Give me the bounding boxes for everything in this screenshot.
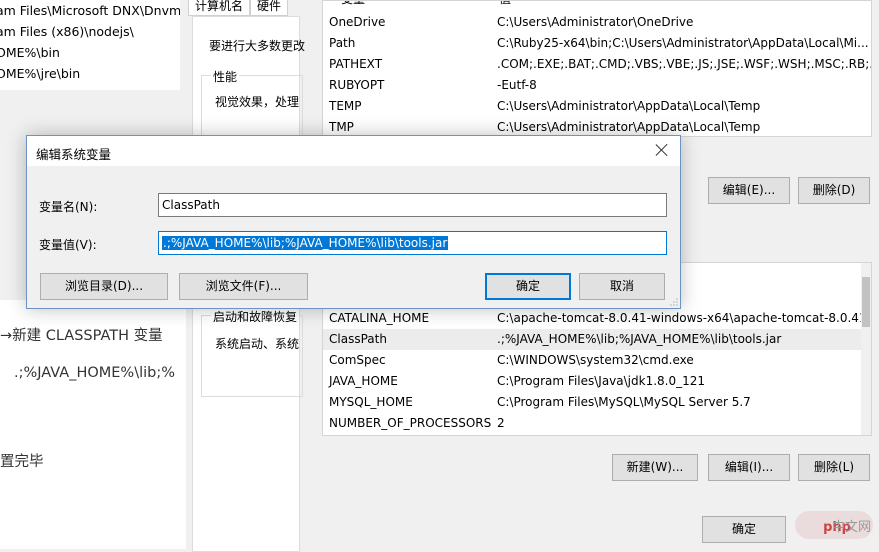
table-row[interactable]: TMP C:\Users\Administrator\AppData\Local…: [323, 117, 871, 136]
startup-group: [201, 315, 303, 397]
variable-value: C:\WINDOWS\system32\cmd.exe: [497, 353, 694, 367]
variable-value-label: 变量值(V):: [39, 238, 97, 252]
startup-description: 系统启动、系统: [215, 337, 300, 351]
variable-name: TMP: [329, 120, 354, 134]
scrollbar-thumb[interactable]: [862, 277, 870, 327]
article-done-text: 置完毕: [0, 454, 44, 470]
variable-value: C:\Ruby25-x64\bin;C:\Users\Administrator…: [497, 36, 869, 50]
table-row[interactable]: MYSQL_HOME C:\Program Files\MySQL\MySQL …: [323, 392, 871, 413]
variable-name: MYSQL_HOME: [329, 395, 413, 409]
variable-value: C:\apache-tomcat-8.0.41-windows-x64\apac…: [497, 311, 867, 325]
browse-directory-button[interactable]: 浏览目录(D)...: [40, 273, 168, 300]
list-item[interactable]: am Files\Microsoft DNX\Dnvm\: [0, 0, 180, 21]
watermark-suffix: 中文网: [831, 520, 871, 535]
variable-value: -Eutf-8: [497, 78, 537, 92]
vertical-scrollbar[interactable]: [861, 263, 871, 435]
variable-name-field[interactable]: ClassPath: [158, 193, 667, 217]
admin-note: 要进行大多数更改: [209, 39, 306, 53]
variable-name: TEMP: [329, 99, 362, 113]
table-row[interactable]: PATHEXT .COM;.EXE;.BAT;.CMD;.VBS;.VBE;.J…: [323, 54, 871, 75]
table-row[interactable]: JAVA_HOME C:\Program Files\Java\jdk1.8.0…: [323, 371, 871, 392]
variable-name: CATALINA_HOME: [329, 311, 430, 325]
variable-name: JAVA_HOME: [329, 374, 398, 388]
variable-value: C:\Program Files\MySQL\MySQL Server 5.7: [497, 395, 751, 409]
table-row-selected[interactable]: ClassPath .;%JAVA_HOME%\lib;%JAVA_HOME%\…: [323, 329, 871, 350]
article-fragment: →新建 CLASSPATH 变量 .;%JAVA_HOME%\lib;% 置完毕: [0, 300, 186, 549]
variable-value: C:\Program Files\Java\jdk1.8.0_121: [497, 374, 706, 388]
cancel-button[interactable]: 取消: [579, 273, 665, 300]
list-item[interactable]: OME%\jre\bin: [0, 63, 180, 84]
tab-hardware[interactable]: 硬件: [250, 0, 289, 16]
variable-value: C:\Users\Administrator\AppData\Local\Tem…: [497, 99, 761, 113]
dialog-title: 编辑系统变量: [36, 147, 112, 162]
variable-name: ComSpec: [329, 353, 386, 367]
edit-system-variable-dialog: 编辑系统变量 变量名(N): ClassPath 变量值(V): .;%JAVA…: [26, 135, 681, 309]
variable-value: .;%JAVA_HOME%\lib;%JAVA_HOME%\lib\tools.…: [497, 332, 782, 346]
ok-button[interactable]: 确定: [485, 273, 571, 300]
tab-computer-name[interactable]: 计算机名: [188, 0, 251, 16]
variable-name: PATHEXT: [329, 57, 383, 71]
list-item[interactable]: OME%\bin: [0, 42, 180, 63]
variable-value: 2: [497, 416, 505, 430]
selected-text: .;%JAVA_HOME%\lib;%JAVA_HOME%\lib\tools.…: [162, 236, 449, 250]
env-ok-button[interactable]: 确定: [702, 516, 786, 543]
article-classpath-text: .;%JAVA_HOME%\lib;%: [14, 365, 176, 381]
column-header-value[interactable]: 值: [499, 1, 511, 10]
article-step-text: →新建 CLASSPATH 变量: [0, 328, 163, 344]
table-row[interactable]: Path C:\Ruby25-x64\bin;C:\Users\Administ…: [323, 33, 871, 54]
delete-user-variable-button[interactable]: 删除(D): [798, 177, 870, 204]
new-system-variable-button[interactable]: 新建(W)...: [612, 454, 698, 481]
path-list-fragment: am Files\Microsoft DNX\Dnvm\ am Files (x…: [0, 0, 181, 90]
performance-description: 视觉效果，处理: [215, 95, 300, 109]
variable-value: .COM;.EXE;.BAT;.CMD;.VBS;.VBE;.JS;.JSE;.…: [497, 57, 872, 71]
variable-value: C:\Users\Administrator\AppData\Local\Tem…: [497, 120, 761, 134]
delete-system-variable-button[interactable]: 删除(L): [798, 454, 870, 481]
variable-name: RUBYOPT: [329, 78, 385, 92]
variable-name: ClassPath: [329, 332, 387, 346]
browse-file-button[interactable]: 浏览文件(F)...: [179, 273, 308, 300]
dialog-titlebar[interactable]: 编辑系统变量: [27, 136, 680, 166]
list-item[interactable]: am Files (x86)\nodejs\: [0, 21, 180, 42]
list-header: 变量 值: [323, 1, 871, 10]
variable-name: NUMBER_OF_PROCESSORS: [329, 416, 492, 430]
table-row[interactable]: NUMBER_OF_PROCESSORS 2: [323, 413, 871, 434]
table-row[interactable]: ComSpec C:\WINDOWS\system32\cmd.exe: [323, 350, 871, 371]
table-row[interactable]: CATALINA_HOME C:\apache-tomcat-8.0.41-wi…: [323, 308, 871, 329]
resize-grip-icon[interactable]: [670, 298, 678, 306]
close-icon[interactable]: [654, 142, 670, 158]
performance-group-label: 性能: [211, 68, 240, 85]
table-row[interactable]: TEMP C:\Users\Administrator\AppData\Loca…: [323, 96, 871, 117]
user-variables-list[interactable]: 变量 值 OneDrive C:\Users\Administrator\One…: [322, 0, 872, 137]
table-row[interactable]: OneDrive C:\Users\Administrator\OneDrive: [323, 12, 871, 33]
variable-name: Path: [329, 36, 356, 50]
tab-strip: 计算机名 硬件: [188, 0, 298, 16]
variable-value: C:\Users\Administrator\OneDrive: [497, 15, 694, 29]
table-row[interactable]: RUBYOPT -Eutf-8: [323, 75, 871, 96]
variable-value-field[interactable]: .;%JAVA_HOME%\lib;%JAVA_HOME%\lib\tools.…: [158, 231, 667, 255]
column-header-variable[interactable]: 变量: [341, 1, 365, 10]
edit-system-variable-button[interactable]: 编辑(I)...: [708, 454, 790, 481]
variable-name: OneDrive: [329, 15, 386, 29]
variable-name-label: 变量名(N):: [39, 200, 98, 214]
edit-user-variable-button[interactable]: 编辑(E)...: [708, 177, 790, 204]
startup-group-label: 启动和故障恢复: [211, 308, 299, 322]
